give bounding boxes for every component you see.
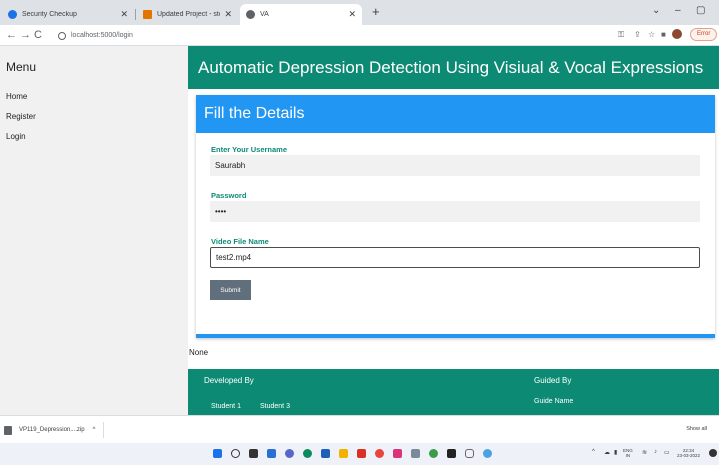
- clock[interactable]: 22:34 23-03-2022: [677, 448, 700, 458]
- guide-name: Guide Name: [534, 398, 574, 405]
- avatar[interactable]: [672, 29, 682, 39]
- sidebar: Menu Home Register Login: [0, 46, 188, 415]
- gmail-icon: [143, 10, 152, 19]
- password-label: Password: [211, 191, 247, 200]
- student-name: Student 1: [211, 403, 241, 410]
- browser-toolbar: ← → C localhost:5000/login ⚿ ⇪ ☆ ■ Error: [0, 25, 719, 46]
- widgets-icon[interactable]: [267, 449, 276, 458]
- new-tab-button[interactable]: +: [372, 5, 380, 19]
- page-header: Automatic Depression Detection Using Vis…: [188, 46, 719, 89]
- office-icon[interactable]: [357, 449, 366, 458]
- close-icon[interactable]: ✕: [348, 9, 356, 20]
- volume-icon[interactable]: ♪: [654, 449, 657, 455]
- page-footer: Developed By Student 1 Student 3 Guided …: [188, 369, 719, 415]
- notepad-icon[interactable]: [411, 449, 420, 458]
- address-bar[interactable]: localhost:5000/login: [58, 28, 258, 43]
- edge-icon[interactable]: [303, 449, 312, 458]
- sidebar-item-login[interactable]: Login: [6, 132, 26, 141]
- maximize-icon[interactable]: ▢: [696, 5, 705, 16]
- chevron-up-icon[interactable]: ^: [93, 427, 96, 433]
- menu-title: Menu: [6, 60, 37, 74]
- password-field[interactable]: [210, 201, 700, 222]
- zip-file-icon: [4, 425, 12, 435]
- taskbar: ^ ☁ ▮ ENG IN ≋ ♪ ▭ 22:34 23-03-2022: [0, 443, 719, 465]
- chrome-icon[interactable]: [375, 449, 384, 458]
- submit-button[interactable]: Submit: [210, 280, 251, 300]
- username-label: Enter Your Username: [211, 145, 287, 154]
- windows-start-icon[interactable]: [213, 449, 222, 458]
- cloud-icon[interactable]: ☁: [604, 449, 610, 456]
- error-button[interactable]: Error: [690, 28, 718, 41]
- result-text: None: [189, 348, 209, 357]
- tab-search-icon[interactable]: ⌄: [652, 5, 660, 16]
- app-icon[interactable]: [393, 449, 402, 458]
- sidebar-item-home[interactable]: Home: [6, 92, 27, 101]
- forward-arrow-icon[interactable]: →: [20, 28, 31, 42]
- card-header: Fill the Details: [196, 95, 715, 133]
- tab-va[interactable]: VA ✕: [240, 4, 362, 25]
- language-indicator[interactable]: ENG IN: [623, 448, 633, 458]
- tab-separator: [135, 9, 136, 20]
- python-icon[interactable]: [483, 449, 492, 458]
- developed-by-heading: Developed By: [204, 376, 254, 385]
- video-file-field[interactable]: [210, 247, 700, 268]
- chevron-up-icon[interactable]: ^: [592, 449, 595, 455]
- reload-icon[interactable]: C: [34, 28, 42, 42]
- chrome-profile-icon[interactable]: [429, 449, 438, 458]
- wifi-icon[interactable]: ≋: [642, 449, 647, 456]
- file-explorer-icon[interactable]: [339, 449, 348, 458]
- key-icon[interactable]: ⚿: [618, 30, 624, 40]
- globe-icon: [246, 10, 255, 19]
- back-arrow-icon[interactable]: ←: [6, 28, 17, 42]
- close-icon[interactable]: ✕: [120, 9, 128, 20]
- video-file-label: Video File Name: [211, 237, 269, 246]
- tab-updated-project[interactable]: Updated Project - stotactic69 (0) ✕: [137, 4, 238, 25]
- username-field[interactable]: [210, 155, 700, 176]
- sidebar-item-register[interactable]: Register: [6, 112, 36, 121]
- sidebar-icon[interactable]: ■: [661, 30, 666, 39]
- star-icon[interactable]: ☆: [648, 30, 655, 39]
- guided-by-heading: Guided By: [534, 376, 572, 385]
- form-title: Fill the Details: [204, 105, 305, 122]
- power-icon[interactable]: ▭: [664, 449, 670, 456]
- page-title: Automatic Depression Detection Using Vis…: [198, 58, 704, 77]
- google-shield-icon: [8, 10, 17, 19]
- show-all-link[interactable]: Show all: [686, 426, 707, 432]
- terminal-icon[interactable]: [447, 449, 456, 458]
- close-icon[interactable]: ✕: [224, 9, 232, 20]
- task-view-icon[interactable]: [249, 449, 258, 458]
- search-icon[interactable]: [231, 449, 240, 458]
- store-icon[interactable]: [321, 449, 330, 458]
- download-file-name: VP119_Depression....zip: [19, 427, 85, 433]
- tab-security-checkup[interactable]: Security Checkup ✕: [2, 4, 134, 25]
- minimize-icon[interactable]: –: [675, 5, 681, 16]
- details-form-card: Fill the Details Enter Your Username Pas…: [196, 95, 715, 338]
- info-icon[interactable]: [58, 31, 66, 40]
- battery-icon[interactable]: ▮: [614, 449, 617, 456]
- downloads-bar: VP119_Depression....zip ^ Show all: [0, 415, 719, 443]
- tab-strip: Security Checkup ✕ Updated Project - sto…: [0, 0, 719, 25]
- download-item[interactable]: VP119_Depression....zip ^: [4, 422, 105, 438]
- address-text: localhost:5000/login: [71, 32, 133, 39]
- notification-icon[interactable]: [709, 449, 717, 457]
- share-icon[interactable]: ⇪: [634, 30, 641, 39]
- student-name: Student 3: [260, 403, 290, 410]
- chat-icon[interactable]: [285, 449, 294, 458]
- microphone-icon[interactable]: [465, 449, 474, 458]
